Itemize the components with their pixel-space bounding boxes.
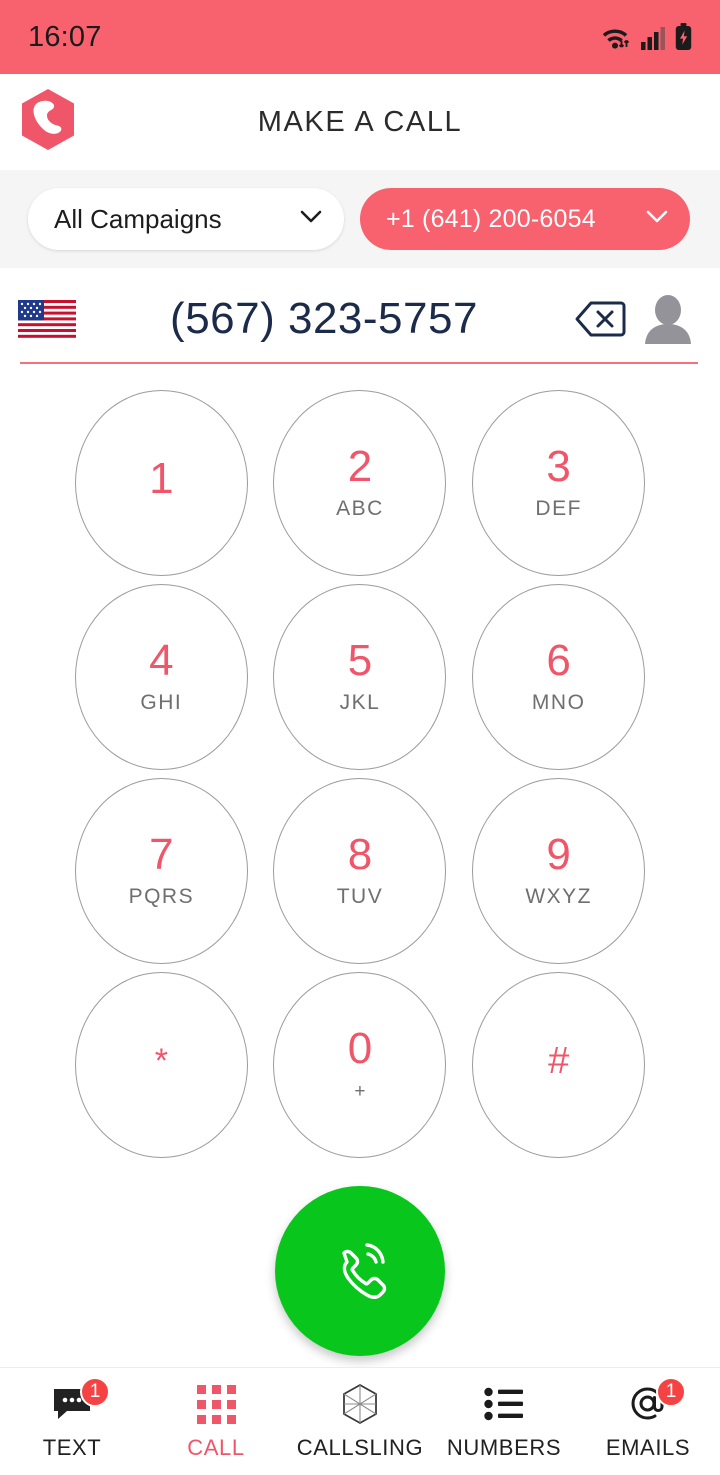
- key-5[interactable]: 5 JKL: [273, 584, 447, 770]
- phone-screen: 16:07 MAKE A CALL All Campaigns +1 (641)…: [0, 0, 720, 1475]
- selector-bar: All Campaigns +1 (641) 200-6054: [0, 170, 720, 268]
- contacts-button[interactable]: [638, 294, 698, 344]
- nav-item-callsling[interactable]: CALLSLING: [288, 1368, 432, 1475]
- key-digit: *: [154, 1042, 168, 1080]
- dialpad-grid-icon: [196, 1382, 236, 1426]
- campaign-dropdown-label: All Campaigns: [54, 203, 222, 234]
- us-flag-icon[interactable]: [18, 300, 76, 338]
- dialed-number-input[interactable]: (567) 323-5757: [86, 294, 562, 344]
- battery-charging-icon: [675, 23, 692, 51]
- key-letters: PQRS: [128, 885, 195, 908]
- key-9[interactable]: 9 WXYZ: [472, 778, 646, 964]
- bullet-list-icon: [484, 1382, 524, 1426]
- status-bar: 16:07: [0, 0, 720, 74]
- wifi-icon: [599, 23, 631, 51]
- nav-label-emails: EMAILS: [605, 1435, 691, 1460]
- key-digit: 3: [546, 442, 571, 491]
- key-6[interactable]: 6 MNO: [472, 584, 646, 770]
- campaign-dropdown[interactable]: All Campaigns: [28, 188, 344, 250]
- key-letters: WXYZ: [525, 885, 592, 908]
- dial-display-row: (567) 323-5757: [0, 268, 720, 344]
- status-icons: [599, 23, 692, 51]
- key-7[interactable]: 7 PQRS: [74, 778, 248, 964]
- key-letters: JKL: [339, 691, 381, 714]
- key-star[interactable]: *: [74, 972, 248, 1158]
- hexagon-mesh-icon: [340, 1382, 380, 1426]
- key-digit: 4: [149, 636, 174, 685]
- key-3[interactable]: 3 DEF: [472, 390, 646, 576]
- key-letters: DEF: [535, 497, 582, 520]
- page-title: MAKE A CALL: [257, 105, 463, 138]
- caller-number-label: +1 (641) 200-6054: [386, 204, 596, 233]
- contact-person-icon: [645, 295, 691, 344]
- bottom-navigation: 1 TEXT CALL CALLSLING NUMBERS 1 EMAILS: [0, 1367, 720, 1475]
- nav-label-call: CALL: [187, 1435, 245, 1460]
- nav-item-numbers[interactable]: NUMBERS: [432, 1368, 576, 1475]
- nav-label-callsling: CALLSLING: [296, 1435, 424, 1460]
- key-letters: MNO: [531, 691, 586, 714]
- call-button-area: [0, 1186, 720, 1356]
- nav-label-numbers: NUMBERS: [446, 1435, 562, 1460]
- nav-label-text: TEXT: [42, 1435, 102, 1460]
- call-button[interactable]: [275, 1186, 445, 1356]
- key-letters: TUV: [336, 885, 384, 908]
- key-2[interactable]: 2 ABC: [273, 390, 447, 576]
- nav-item-text[interactable]: 1 TEXT: [0, 1368, 144, 1475]
- key-4[interactable]: 4 GHI: [74, 584, 248, 770]
- key-8[interactable]: 8 TUV: [273, 778, 447, 964]
- key-digit: 5: [347, 636, 373, 685]
- key-hash[interactable]: #: [472, 972, 646, 1158]
- chevron-down-icon: [646, 210, 668, 228]
- key-0[interactable]: 0 +: [273, 972, 447, 1158]
- at-sign-icon: 1: [627, 1377, 686, 1426]
- key-digit: 7: [149, 830, 174, 879]
- text-badge: 1: [80, 1377, 110, 1407]
- key-digit: #: [548, 1040, 570, 1082]
- key-digit: 6: [546, 636, 571, 685]
- nav-item-call[interactable]: CALL: [144, 1368, 288, 1475]
- key-digit: 1: [149, 454, 174, 503]
- key-letters: ABC: [336, 497, 384, 520]
- status-time: 16:07: [28, 20, 102, 53]
- key-digit: 2: [347, 442, 373, 491]
- key-digit: 0: [347, 1024, 373, 1073]
- key-1[interactable]: 1: [74, 390, 248, 576]
- key-digit: 8: [347, 830, 373, 879]
- key-digit: 9: [546, 830, 571, 879]
- emails-badge: 1: [656, 1377, 686, 1407]
- nav-item-emails[interactable]: 1 EMAILS: [576, 1368, 720, 1475]
- phone-call-icon: [342, 1243, 387, 1299]
- backspace-button[interactable]: [572, 299, 628, 339]
- chat-bubble-icon: 1: [51, 1377, 110, 1426]
- backspace-icon: [575, 301, 626, 337]
- app-header: MAKE A CALL: [0, 74, 720, 170]
- key-letters: +: [354, 1081, 366, 1102]
- callsling-hexagon-logo: [18, 88, 78, 157]
- caller-number-dropdown[interactable]: +1 (641) 200-6054: [360, 188, 690, 250]
- key-letters: GHI: [140, 691, 183, 714]
- cellular-signal-icon: [640, 25, 666, 51]
- chevron-down-icon: [300, 210, 322, 228]
- dialpad: 1 2 ABC 3 DEF 4 GHI 5 JKL 6 MNO 7 PQRS 8: [0, 364, 720, 1158]
